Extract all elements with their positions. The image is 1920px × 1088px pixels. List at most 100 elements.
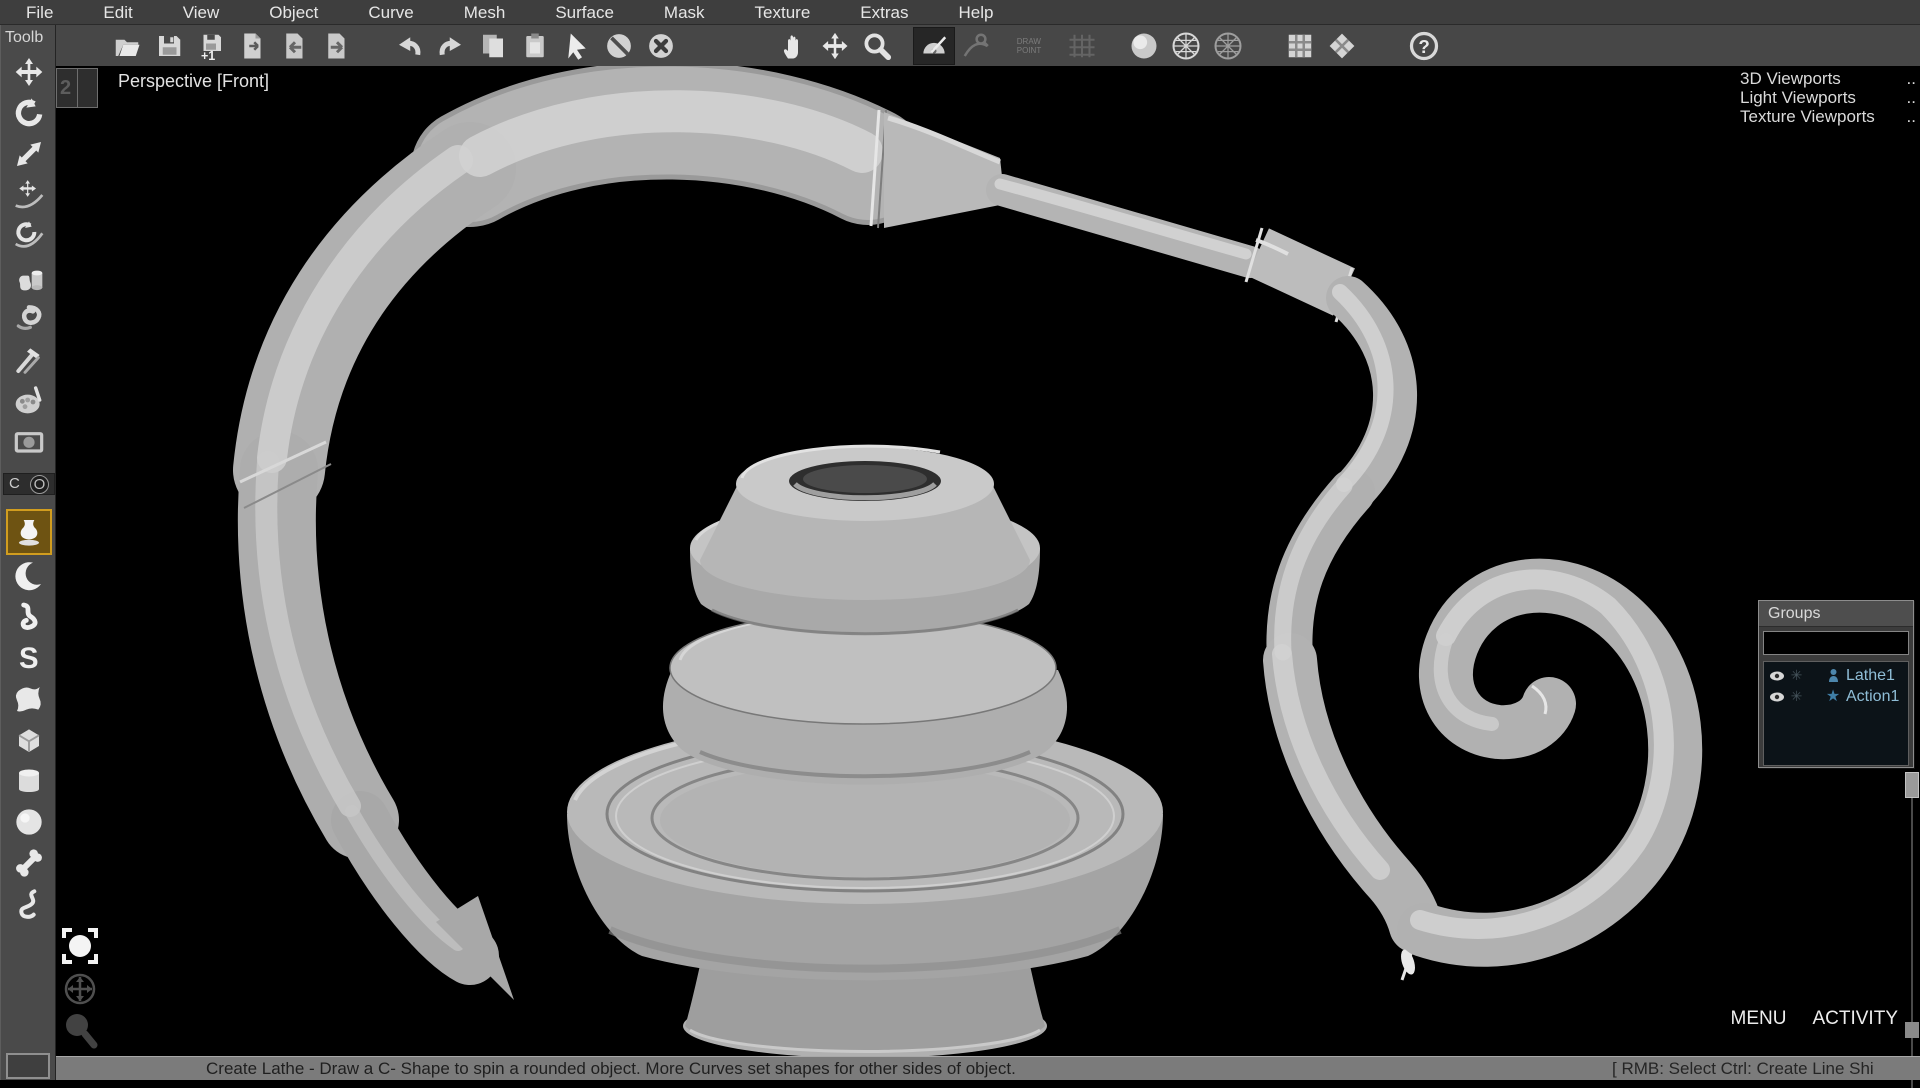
side-scroll-handle[interactable]: [1905, 772, 1919, 798]
sphere-wire-icon: [1171, 31, 1201, 61]
visibility-eye-icon[interactable]: [1769, 670, 1785, 682]
visibility-eye-icon[interactable]: [1769, 691, 1785, 703]
open-file-button[interactable]: [106, 27, 148, 65]
primitives-tool[interactable]: [7, 256, 51, 297]
menu-curve[interactable]: Curve: [368, 0, 413, 25]
3d-viewport[interactable]: 2 Perspective [Front] 3D Viewports..Ligh…: [56, 66, 1920, 1056]
create-lathe-tool[interactable]: [6, 509, 52, 555]
draw-point-mode-button[interactable]: DRAWPOINT: [997, 27, 1061, 65]
viewport-menu-texture[interactable]: Texture Viewports..: [1740, 107, 1916, 126]
quad-grid-button[interactable]: [1279, 27, 1321, 65]
move-view-button[interactable]: [814, 27, 856, 65]
focus-view-button[interactable]: [60, 926, 100, 966]
create-bone-tool[interactable]: [7, 842, 51, 883]
paste-icon: [520, 31, 550, 61]
paste-button[interactable]: [514, 27, 556, 65]
side-scroll-track[interactable]: [1911, 778, 1913, 1088]
zoom-view-button[interactable]: [61, 1010, 101, 1050]
menu-texture[interactable]: Texture: [755, 0, 811, 25]
wireframe-dim-display-button[interactable]: [1207, 27, 1249, 65]
transform-tool-list: [1, 51, 57, 461]
pan-view-button[interactable]: [772, 27, 814, 65]
create-wire-tool[interactable]: [7, 883, 51, 924]
delete-x-icon: [646, 31, 676, 61]
delete-button[interactable]: [640, 27, 682, 65]
previous-file-button[interactable]: [274, 27, 316, 65]
viewport-menu-3d[interactable]: 3D Viewports..: [1740, 69, 1916, 88]
menu-object[interactable]: Object: [269, 0, 318, 25]
side-scroll-nub[interactable]: [1905, 1022, 1919, 1038]
menu-help[interactable]: Help: [958, 0, 993, 25]
redo-button[interactable]: [430, 27, 472, 65]
menu-button[interactable]: MENU: [1731, 1008, 1787, 1030]
help-button[interactable]: ?: [1403, 27, 1445, 65]
shaded-display-button[interactable]: [1123, 27, 1165, 65]
paint-tool[interactable]: [7, 379, 51, 420]
create-cube-tool[interactable]: [7, 719, 51, 760]
svg-text:+1: +1: [201, 48, 215, 60]
save-plus-icon: +1: [196, 31, 226, 61]
export-file-button[interactable]: [232, 27, 274, 65]
orbit-view-button[interactable]: [63, 972, 97, 1006]
camera-view-label: Perspective [Front]: [118, 71, 269, 92]
zoom-view-button[interactable]: [856, 27, 898, 65]
lathe-object-icon: [1824, 668, 1842, 683]
move-tool[interactable]: [7, 51, 51, 92]
viewport-menu-light[interactable]: Light Viewports..: [1740, 88, 1916, 107]
scale-tool[interactable]: [7, 133, 51, 174]
protractor-mode-button[interactable]: [913, 27, 955, 65]
status-bar: Create Lathe - Draw a C- Shape to spin a…: [56, 1056, 1920, 1080]
menu-file[interactable]: File: [26, 0, 53, 25]
deselect-button[interactable]: [598, 27, 640, 65]
create-sheet-tool[interactable]: [7, 678, 51, 719]
undo-button[interactable]: [388, 27, 430, 65]
menu-mesh[interactable]: Mesh: [464, 0, 506, 25]
group-item-label[interactable]: Lathe1: [1846, 667, 1895, 685]
create-curve-tool[interactable]: [7, 596, 51, 637]
activity-button[interactable]: ACTIVITY: [1812, 1008, 1898, 1030]
smudge-tool[interactable]: [7, 297, 51, 338]
group-item-label[interactable]: Action1: [1846, 688, 1899, 706]
create-cylinder-tool[interactable]: [7, 760, 51, 801]
viewport-menu-label: Texture Viewports: [1740, 107, 1875, 126]
viewport-menu-more: ..: [1907, 107, 1916, 126]
modify-tools[interactable]: [7, 338, 51, 379]
create-sphere-tool[interactable]: [7, 801, 51, 842]
tab-o[interactable]: O: [30, 475, 49, 494]
groups-panel-title[interactable]: Groups: [1759, 601, 1913, 627]
tools-icon: [13, 343, 45, 375]
draw-curve-mode-button[interactable]: [955, 27, 997, 65]
crescent-icon: [13, 560, 45, 592]
protractor-icon: [919, 31, 949, 61]
groups-filter-input[interactable]: [1763, 631, 1909, 655]
diamond-grid-button[interactable]: [1321, 27, 1363, 65]
sketch-grid-button[interactable]: [1061, 27, 1103, 65]
save-increment-button[interactable]: +1: [190, 27, 232, 65]
toolbar-group-1: +1: [106, 25, 358, 66]
menu-mask[interactable]: Mask: [664, 0, 705, 25]
select-cursor-button[interactable]: [556, 27, 598, 65]
create-crescent-tool[interactable]: [7, 555, 51, 596]
menu-surface[interactable]: Surface: [555, 0, 614, 25]
rotate-along-path-tool[interactable]: [7, 215, 51, 256]
quad-grid-icon: [1285, 31, 1315, 61]
scale-icon: [13, 138, 45, 170]
wireframe-display-button[interactable]: [1165, 27, 1207, 65]
folder-open-icon: [112, 31, 142, 61]
create-letter-tool[interactable]: S: [7, 637, 51, 678]
tab-c[interactable]: C: [9, 475, 20, 493]
freeze-icon[interactable]: ✳: [1789, 688, 1804, 705]
capture-tool[interactable]: [7, 420, 51, 461]
save-file-button[interactable]: [148, 27, 190, 65]
rotate-tool[interactable]: [7, 92, 51, 133]
copy-button[interactable]: [472, 27, 514, 65]
group-row-action1[interactable]: ✳★Action1: [1764, 686, 1908, 707]
menu-extras[interactable]: Extras: [860, 0, 908, 25]
move-along-path-tool[interactable]: [7, 174, 51, 215]
freeze-icon[interactable]: ✳: [1789, 667, 1804, 684]
viewport-layout-icon[interactable]: 2: [56, 68, 98, 108]
menu-view[interactable]: View: [183, 0, 220, 25]
group-row-lathe1[interactable]: ✳ Lathe1: [1764, 665, 1908, 686]
menu-edit[interactable]: Edit: [103, 0, 132, 25]
next-file-button[interactable]: [316, 27, 358, 65]
